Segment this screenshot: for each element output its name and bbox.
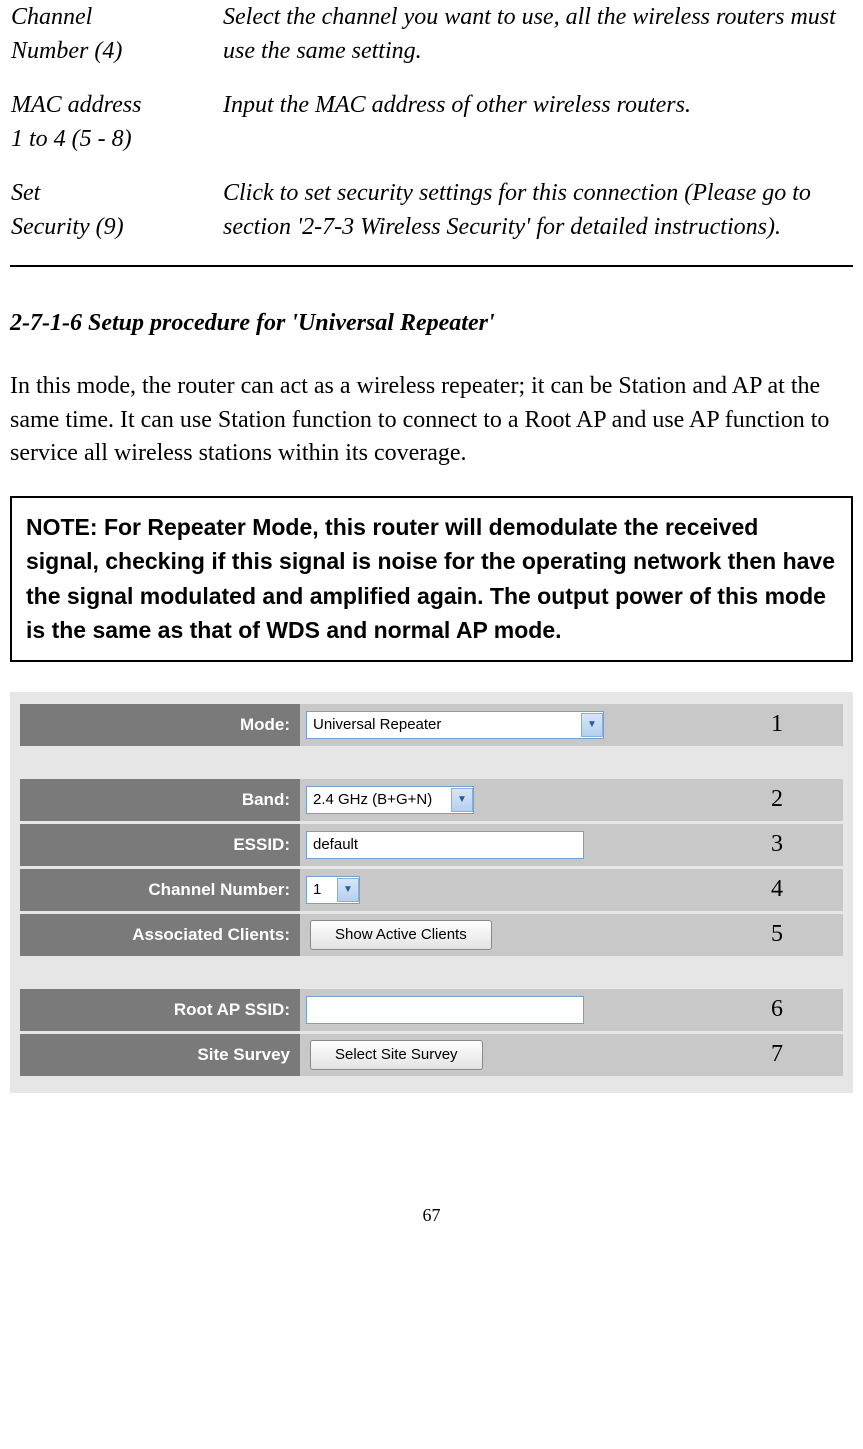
annotation-1: 1 xyxy=(771,708,783,742)
chevron-down-icon: ▼ xyxy=(581,713,603,737)
site-survey-label: Site Survey xyxy=(20,1034,300,1076)
def-desc: Select the channel you want to use, all … xyxy=(222,0,853,88)
channel-select[interactable]: 1 ▼ xyxy=(306,876,360,904)
def-term: Channel Number (4) xyxy=(10,0,222,88)
annotation-4: 4 xyxy=(771,873,783,907)
annotation-3: 3 xyxy=(771,828,783,862)
essid-input[interactable]: default xyxy=(306,831,584,859)
page-number: 67 xyxy=(10,1203,853,1228)
mode-label: Mode: xyxy=(20,704,300,746)
select-site-survey-button[interactable]: Select Site Survey xyxy=(310,1040,483,1070)
def-desc: Click to set security settings for this … xyxy=(222,176,853,265)
essid-label: ESSID: xyxy=(20,824,300,866)
def-term: Set Security (9) xyxy=(10,176,222,265)
root-ap-label: Root AP SSID: xyxy=(20,989,300,1031)
def-term: MAC address 1 to 4 (5 - 8) xyxy=(10,88,222,176)
chevron-down-icon: ▼ xyxy=(337,878,359,902)
band-select[interactable]: 2.4 GHz (B+G+N) ▼ xyxy=(306,786,474,814)
def-desc: Input the MAC address of other wireless … xyxy=(222,88,853,176)
annotation-2: 2 xyxy=(771,783,783,817)
section-heading: 2-7-1-6 Setup procedure for 'Universal R… xyxy=(10,307,853,341)
root-ap-ssid-input[interactable] xyxy=(306,996,584,1024)
body-paragraph: In this mode, the router can act as a wi… xyxy=(10,370,853,471)
clients-label: Associated Clients: xyxy=(20,914,300,956)
annotation-5: 5 xyxy=(771,918,783,952)
mode-select[interactable]: Universal Repeater ▼ xyxy=(306,711,604,739)
note-box: NOTE: For Repeater Mode, this router wil… xyxy=(10,496,853,662)
annotation-6: 6 xyxy=(771,993,783,1027)
router-config-panel: Mode: Universal Repeater ▼ 1 Band: 2.4 G… xyxy=(10,692,853,1093)
definitions-table: Channel Number (4) Select the channel yo… xyxy=(10,0,853,267)
channel-label: Channel Number: xyxy=(20,869,300,911)
annotation-7: 7 xyxy=(771,1038,783,1072)
chevron-down-icon: ▼ xyxy=(451,788,473,812)
show-active-clients-button[interactable]: Show Active Clients xyxy=(310,920,492,950)
band-label: Band: xyxy=(20,779,300,821)
